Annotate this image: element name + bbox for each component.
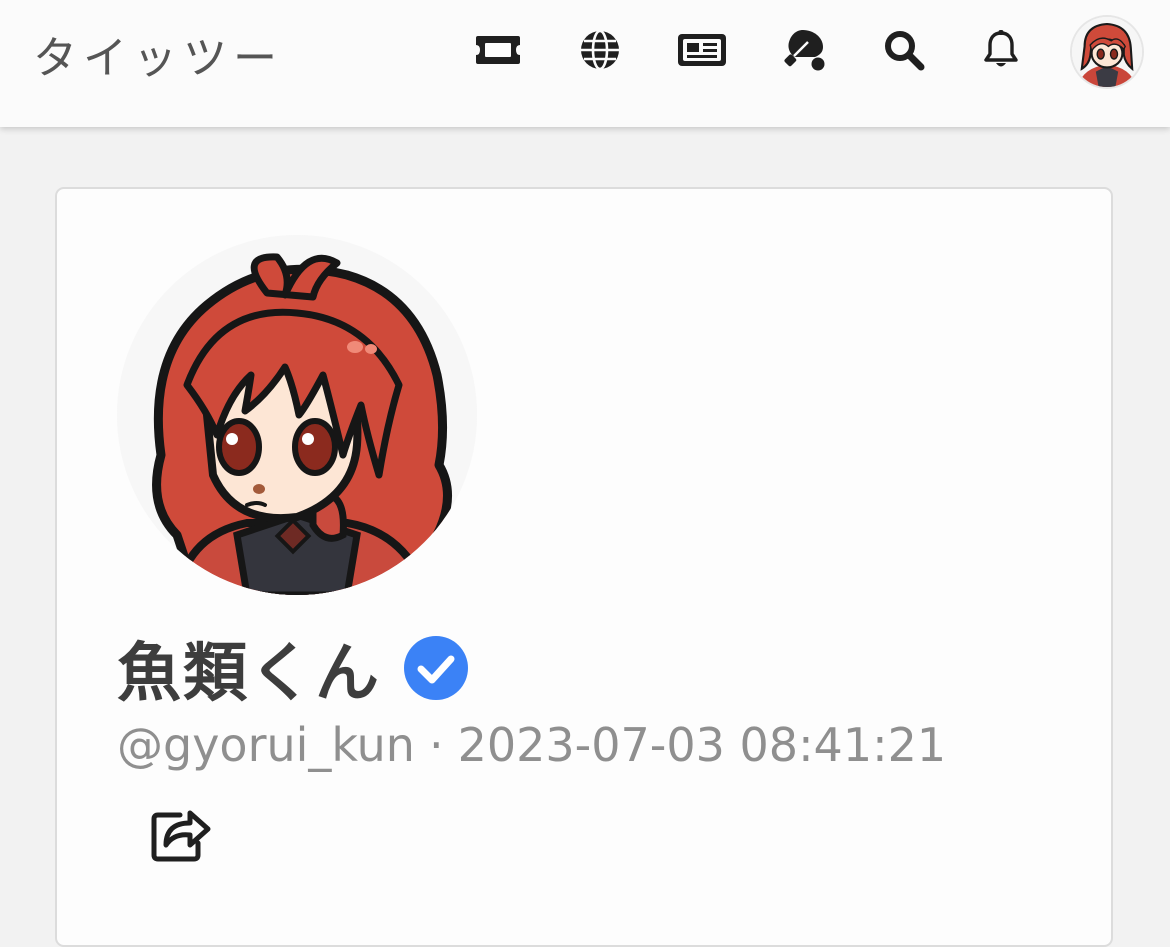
table-tennis-icon	[784, 30, 825, 71]
newspaper-icon	[678, 34, 726, 66]
user-avatar[interactable]	[1072, 17, 1142, 87]
profile-avatar[interactable]	[117, 235, 477, 595]
bell-icon	[984, 30, 1018, 67]
share-icon	[151, 810, 211, 862]
search-button[interactable]	[878, 24, 930, 76]
profile-name-row: 魚類くん	[117, 628, 469, 711]
meta-separator: ·	[428, 718, 444, 772]
verified-badge-icon	[404, 636, 468, 700]
post-timestamp[interactable]: 2023-07-03 08:41:21	[458, 718, 947, 772]
ticket-icon	[476, 36, 520, 64]
profile-meta: @gyorui_kun · 2023-07-03 08:41:21	[117, 718, 946, 772]
display-name: 魚類くん	[117, 637, 381, 711]
notifications-button[interactable]	[975, 24, 1027, 76]
newspaper-button[interactable]	[676, 24, 728, 76]
globe-button[interactable]	[574, 24, 626, 76]
ticket-button[interactable]	[472, 24, 524, 76]
app-title[interactable]: タイッツー	[33, 22, 283, 86]
globe-icon	[581, 29, 619, 71]
search-icon	[885, 31, 925, 71]
share-button[interactable]	[150, 803, 212, 863]
top-bar: タイッツー	[0, 0, 1170, 127]
avatar-illustration	[117, 235, 477, 595]
avatar-illustration	[1072, 17, 1142, 87]
user-handle[interactable]: @gyorui_kun	[117, 718, 415, 772]
table-tennis-button[interactable]	[778, 24, 830, 76]
